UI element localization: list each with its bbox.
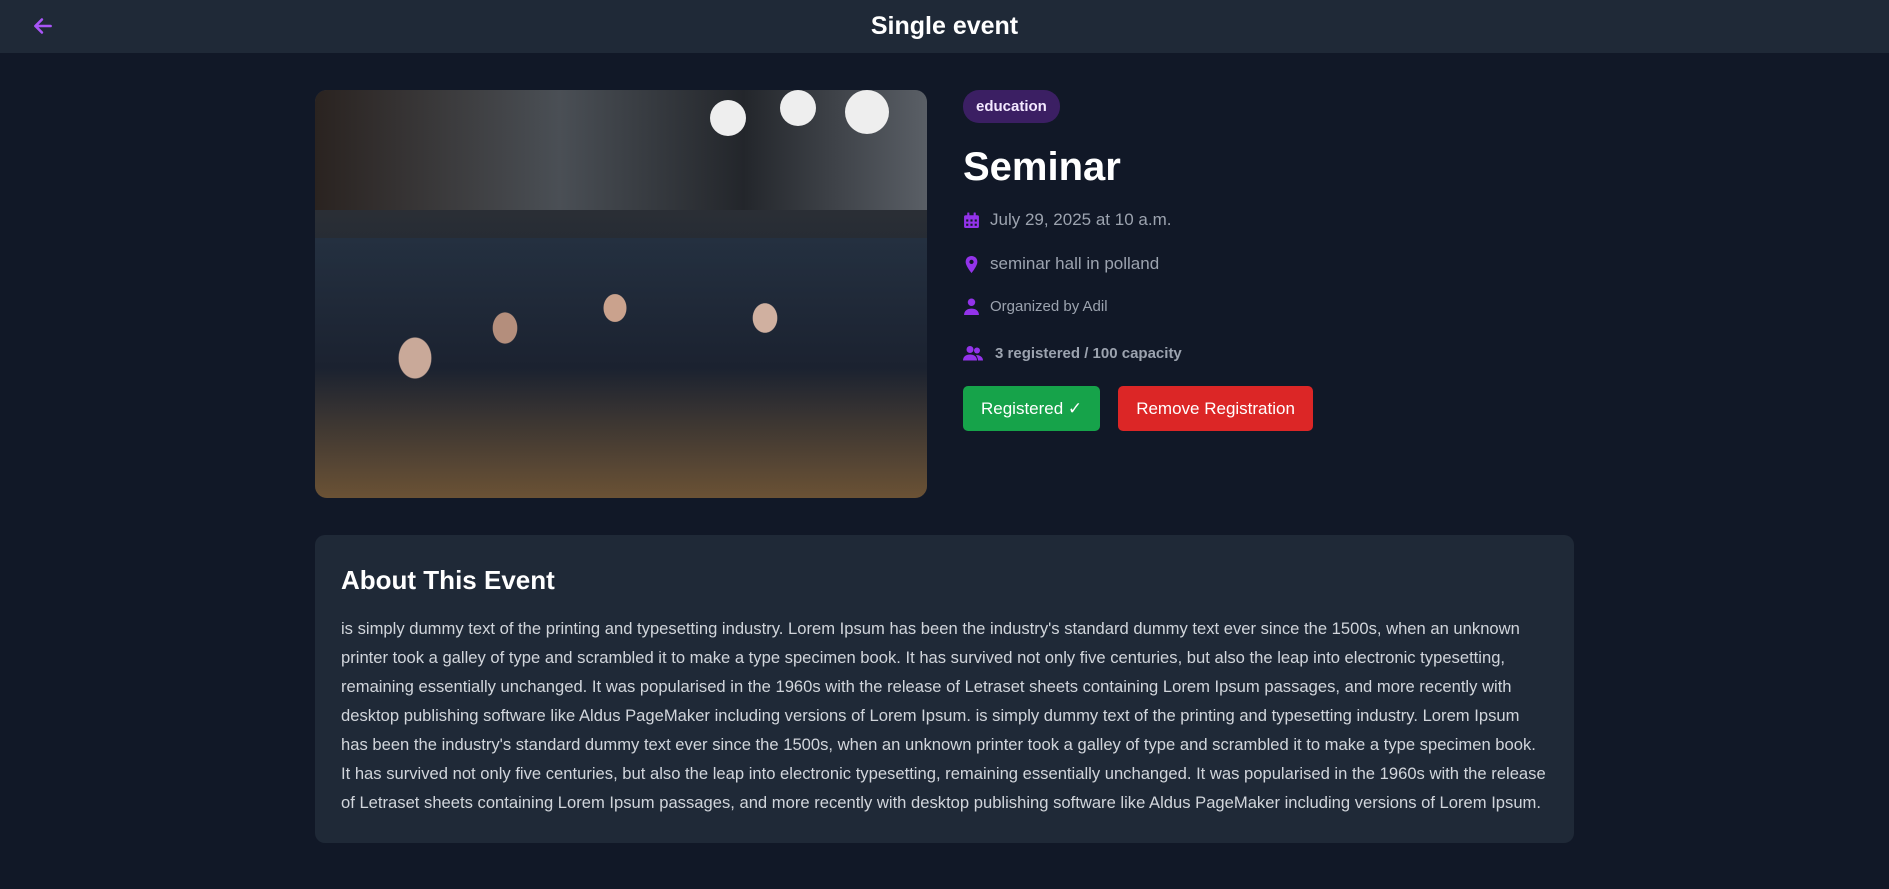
event-date: July 29, 2025 at 10 a.m. — [963, 210, 1574, 230]
event-capacity: 3 registered / 100 capacity — [963, 345, 1574, 362]
event-location: seminar hall in polland — [963, 254, 1574, 274]
event-organizer: Organized by Adil — [963, 298, 1574, 315]
date-text: July 29, 2025 at 10 a.m. — [990, 210, 1172, 229]
user-icon — [964, 298, 979, 315]
arrow-left-icon[interactable] — [30, 13, 56, 39]
capacity-text: 3 registered / 100 capacity — [995, 345, 1182, 362]
remove-registration-button[interactable]: Remove Registration — [1118, 386, 1313, 431]
organizer-text: Organized by Adil — [990, 298, 1108, 315]
event-image — [315, 90, 927, 498]
registered-button[interactable]: Registered ✓ — [963, 386, 1101, 431]
about-section: About This Event is simply dummy text of… — [315, 535, 1574, 843]
location-text: seminar hall in polland — [990, 254, 1160, 273]
about-heading: About This Event — [341, 565, 555, 595]
users-icon — [963, 346, 983, 361]
event-title: Seminar — [963, 145, 1121, 189]
category-badge: education — [963, 90, 1060, 123]
header: Single event — [0, 0, 1889, 53]
map-pin-icon — [965, 255, 978, 273]
calendar-icon — [964, 212, 979, 228]
page-title: Single event — [870, 12, 1019, 40]
about-body: is simply dummy text of the printing and… — [341, 619, 1546, 812]
event-detail: education Seminar July 29, 2025 at 10 a.… — [315, 90, 1574, 843]
